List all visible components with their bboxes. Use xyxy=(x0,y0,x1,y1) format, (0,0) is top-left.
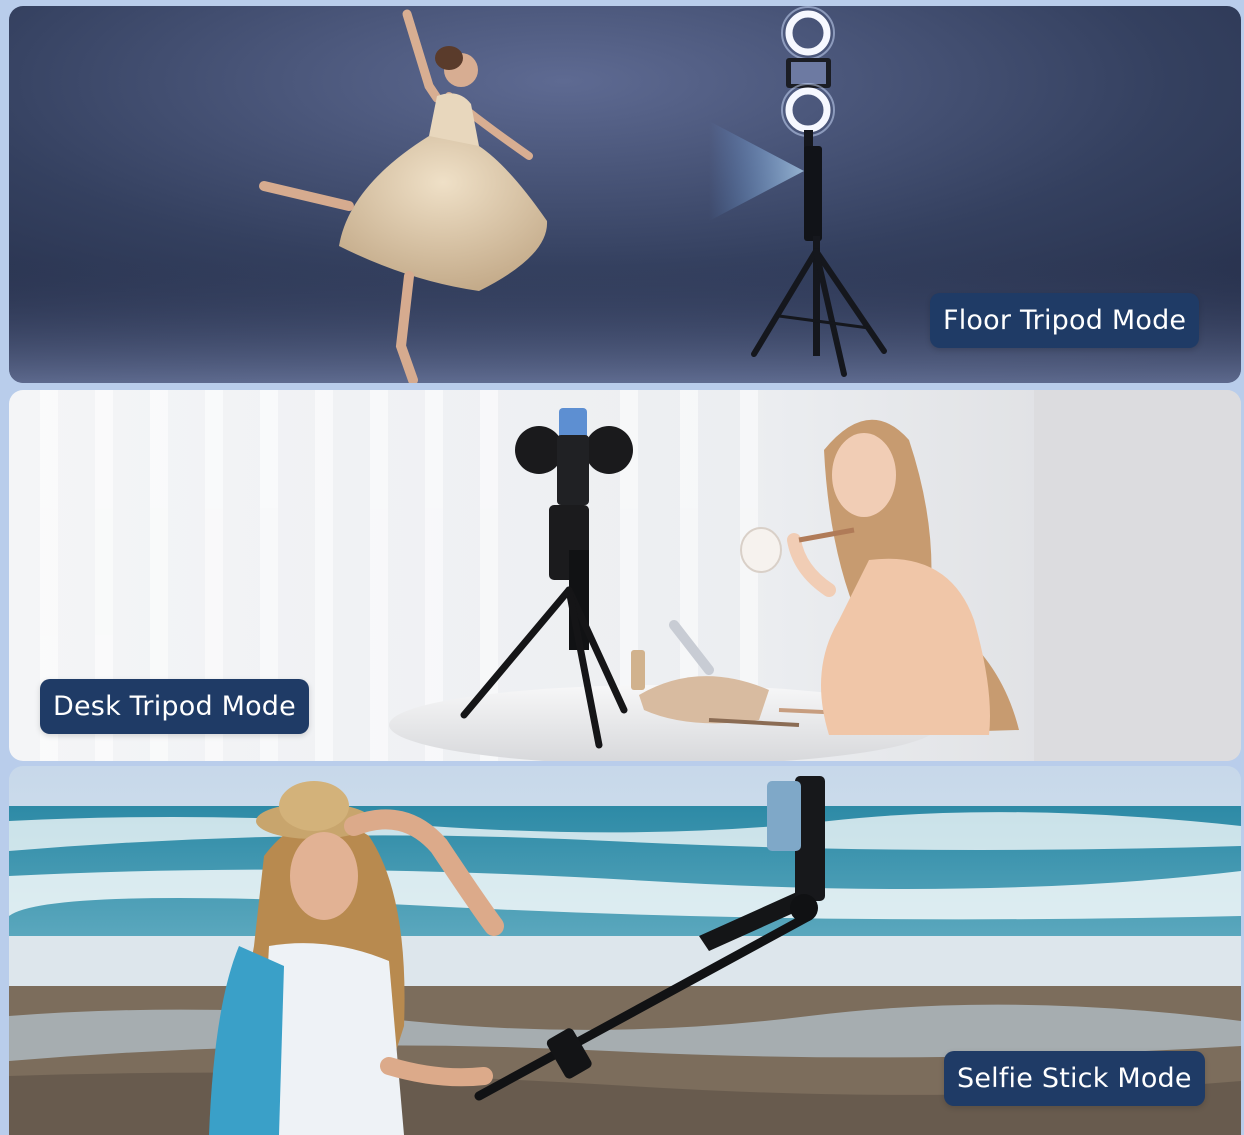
desk-tripod-panel: Desk Tripod Mode xyxy=(9,390,1241,761)
selfie-stick-mode-label: Selfie Stick Mode xyxy=(944,1051,1205,1106)
desk-tripod-mode-label: Desk Tripod Mode xyxy=(40,679,309,734)
selfie-stick-panel: Selfie Stick Mode xyxy=(9,766,1241,1135)
phone-icon xyxy=(767,781,801,851)
straw-hat xyxy=(279,781,349,831)
floor-tripod-mode-label: Floor Tripod Mode xyxy=(930,293,1200,348)
floor-tripod-panel: Floor Tripod Mode xyxy=(9,6,1241,383)
